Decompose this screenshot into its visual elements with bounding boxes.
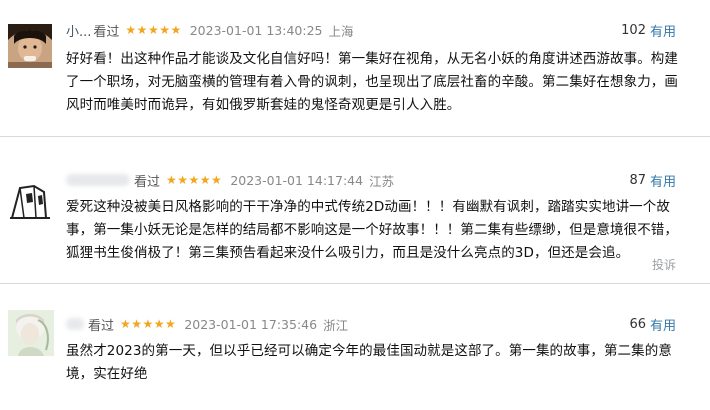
avatar[interactable]: [8, 310, 54, 356]
avatar[interactable]: [8, 24, 52, 68]
review-meta: 看过 ★★★★★ 2023-01-01 14:17:44 江苏: [66, 170, 394, 190]
review-meta: 小... 看过 ★★★★★ 2023-01-01 13:40:25 上海: [66, 20, 354, 40]
rating-stars: ★★★★★: [166, 173, 223, 187]
divider: [0, 136, 710, 137]
useful-button[interactable]: 有用: [650, 21, 676, 40]
rating-stars: ★★★★★: [125, 23, 182, 37]
watch-status: 看过: [134, 174, 161, 190]
vote-count: 66: [629, 316, 646, 332]
report-button[interactable]: 投诉: [652, 256, 676, 273]
useful-button[interactable]: 有用: [650, 315, 676, 334]
rating-stars: ★★★★★: [120, 317, 177, 331]
vote-count: 87: [629, 172, 646, 188]
review-time: 2023-01-01 13:40:25: [189, 22, 323, 38]
review-content: 爱死这种没被美日风格影响的干干净净的中式传统2D动画！！！有幽默有讽刺，踏踏实实…: [66, 199, 678, 261]
review-time: 2023-01-01 17:35:46: [184, 316, 318, 332]
vote-count: 102: [621, 22, 646, 38]
useful-button[interactable]: 有用: [650, 171, 676, 190]
watch-status: 看过: [88, 318, 115, 334]
divider: [0, 283, 710, 284]
avatar[interactable]: [8, 178, 52, 222]
useful-votes: 66 有用: [629, 314, 676, 334]
review-location: 江苏: [369, 173, 395, 189]
review-time: 2023-01-01 14:17:44: [230, 172, 364, 188]
username-blurred[interactable]: [66, 318, 84, 330]
review-location: 浙江: [323, 317, 349, 333]
watch-status: 看过: [93, 24, 120, 40]
username-blurred[interactable]: [66, 174, 130, 186]
review-content: 好好看！出这种作品才能谈及文化自信好吗！第一集好在视角，从无名小妖的角度讲述西游…: [66, 51, 678, 113]
review-content: 虽然才2023的第一天，但以乎已经可以确定今年的最佳国动就是这部了。第一集的故事…: [66, 343, 672, 382]
useful-votes: 102 有用: [621, 20, 676, 40]
useful-votes: 87 有用: [629, 170, 676, 190]
review-meta: 看过 ★★★★★ 2023-01-01 17:35:46 浙江: [66, 314, 348, 334]
username-link[interactable]: 小...: [66, 21, 91, 40]
review-location: 上海: [328, 23, 354, 39]
